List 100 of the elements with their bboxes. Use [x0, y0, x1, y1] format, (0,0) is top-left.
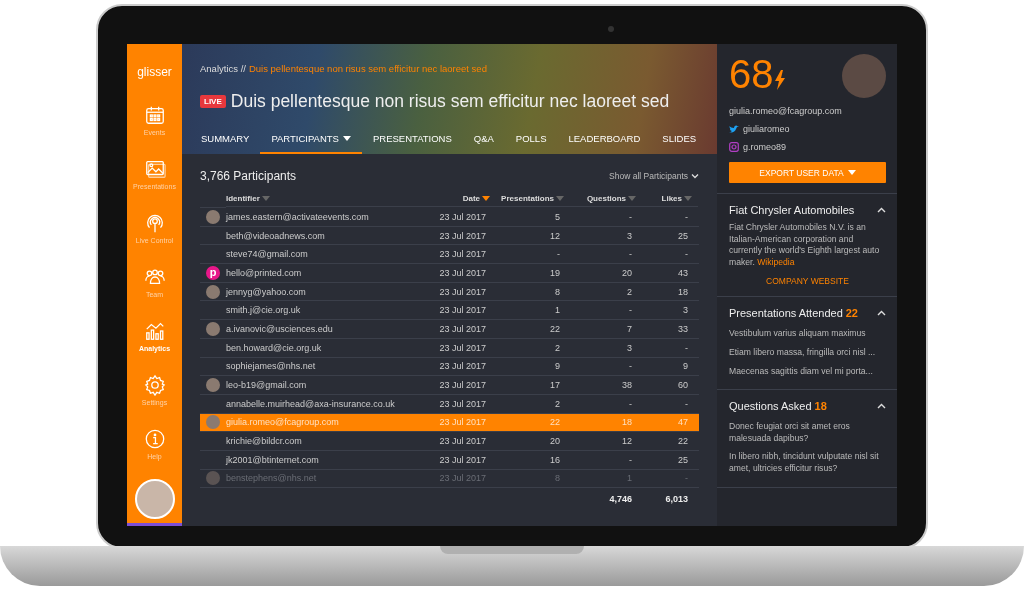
table-cell[interactable]: annabelle.muirhead@axa-insurance.co.uk	[226, 394, 426, 413]
table-row[interactable]: krichie@bildcr.com 23 Jul 2017 20 12 22	[200, 432, 699, 451]
table-cell-text: 1	[554, 304, 561, 318]
caret-icon	[342, 136, 351, 141]
table-cell-text: 23 Jul 2017	[438, 304, 487, 318]
table-cell-text: -	[684, 248, 689, 262]
table-cell-text: 23 Jul 2017	[438, 360, 487, 374]
table-cell[interactable]: sophiejames@nhs.net	[226, 357, 426, 376]
table-cell-text: 3	[682, 304, 689, 318]
table-cell[interactable]: hello@printed.com	[226, 264, 426, 282]
table-cell-text: 20	[621, 266, 633, 280]
table-row[interactable]: sophiejames@nhs.net 23 Jul 2017 9 - 9	[200, 357, 699, 377]
section-count: 18	[814, 400, 827, 413]
total-value: 4,746	[608, 493, 633, 507]
table-cell-text: 47	[677, 416, 689, 430]
column-header[interactable]: Date	[426, 191, 496, 207]
chevron-up-icon[interactable]	[877, 403, 886, 410]
company-description: Fiat Chrysler Automobiles N.V. is an Italian-American corporation and currently the world's Eighth largest auto maker. Wikipedia	[729, 222, 881, 269]
table-cell-text: 5	[554, 210, 561, 224]
table-row[interactable]: jk2001@btinternet.com 23 Jul 2017 16 - 25	[200, 450, 699, 470]
table-cell-text: -	[556, 248, 561, 262]
tab[interactable]: LEADERBOARD	[557, 125, 652, 154]
sort-icon	[261, 196, 270, 201]
table-cell-text: -	[684, 397, 689, 411]
table-cell-text: 1	[626, 472, 633, 486]
avatar	[206, 209, 220, 224]
column-header[interactable]: Questions	[570, 191, 642, 207]
table-cell-text: 25	[677, 453, 689, 467]
table-row[interactable]: leo-b19@gmail.com 23 Jul 2017 17 38 60	[200, 376, 699, 395]
table-cell-text: 2	[554, 397, 561, 411]
breadcrumb-current: Duis pellentesque non risus sem efficitur nec laoreet sed	[248, 63, 487, 74]
tab[interactable]: PRESENTATIONS	[361, 125, 463, 154]
avatar	[206, 415, 220, 430]
table-cell[interactable]: a.ivanovic@usciences.edu	[226, 320, 426, 338]
section-title: Questions Asked	[729, 400, 812, 413]
company-website-link[interactable]: COMPANY WEBSITE	[766, 276, 849, 287]
table-cell-text: 20	[549, 435, 561, 449]
table-row[interactable]: p hello@printed.com 23 Jul 2017 19 20 43	[200, 264, 699, 283]
avatar-logo: p	[206, 265, 220, 280]
table-row[interactable]: smith.j@cie.org.uk 23 Jul 2017 1 - 3	[200, 301, 699, 321]
table-cell[interactable]: smith.j@cie.org.uk	[226, 301, 426, 320]
tab[interactable]: PARTICIPANTS	[260, 125, 362, 154]
list-item[interactable]: Etiam libero massa, fringilla orci nisl ...	[729, 346, 886, 359]
tab[interactable]: POLLS	[504, 125, 558, 154]
table-cell-text: 9	[554, 360, 561, 374]
column-header[interactable]: Likes	[642, 191, 698, 207]
table-cell-text: 9	[682, 360, 689, 374]
table-cell[interactable]: jennyg@yahoo.com	[226, 282, 426, 301]
table-cell[interactable]: steve74@gmail.com	[226, 245, 426, 264]
table-row[interactable]: beth@videoadnews.com 23 Jul 2017 12 3 25	[200, 226, 699, 246]
table-cell[interactable]: leo-b19@gmail.com	[226, 376, 426, 394]
tab[interactable]: Q&A	[462, 125, 505, 154]
tab[interactable]: SLIDES	[651, 125, 708, 154]
table-cell[interactable]: beth@videoadnews.com	[226, 226, 426, 245]
table-row[interactable]: jennyg@yahoo.com 23 Jul 2017 8 2 18	[200, 282, 699, 302]
breadcrumb-link[interactable]: Analytics //	[200, 63, 246, 74]
table-cell-text: -	[628, 453, 633, 467]
table-cell[interactable]: jk2001@btinternet.com	[226, 450, 426, 469]
table-cell-text: 25	[677, 229, 689, 243]
profile-avatar	[842, 54, 886, 98]
caret-icon	[847, 170, 856, 175]
list-item[interactable]: Donec feugiat orci sit amet eros malesuada dapibus?	[729, 421, 886, 445]
table-cell-text: 43	[677, 266, 689, 280]
table-cell-text: 23 Jul 2017	[438, 248, 487, 262]
table-row[interactable]: ben.howard@cie.org.uk 23 Jul 2017 2 3 -	[200, 338, 699, 358]
table-cell-text: 16	[549, 453, 561, 467]
table-cell-text: 17	[549, 379, 561, 393]
table-cell-text: 38	[621, 379, 633, 393]
event-title: Duis pellentesque non risus sem efficitur nec laoreet sed	[230, 91, 670, 112]
table-row[interactable]: annabelle.muirhead@axa-insurance.co.uk 23 Jul 2017 2 - -	[200, 394, 699, 414]
table-row[interactable]: a.ivanovic@usciences.edu 23 Jul 2017 22 7 33	[200, 320, 699, 339]
table-cell-text: 23 Jul 2017	[438, 416, 487, 430]
table-row[interactable]: steve74@gmail.com 23 Jul 2017 - - -	[200, 245, 699, 265]
table-cell[interactable]: james.eastern@activateevents.com	[226, 208, 426, 226]
list-item[interactable]: Maecenas sagittis diam vel mi porta...	[729, 365, 886, 378]
bird-icon	[729, 124, 739, 134]
tab[interactable]: SUMMARY	[190, 125, 261, 154]
column-header[interactable]: Presentations	[496, 191, 570, 207]
filter-dropdown[interactable]: Show all Participants	[609, 171, 699, 181]
column-header[interactable]: Identifier	[226, 191, 426, 207]
chevron-up-icon[interactable]	[877, 207, 886, 213]
chevron-up-icon[interactable]	[877, 310, 886, 317]
image-icon	[143, 158, 166, 180]
table-cell[interactable]: ben.howard@cie.org.uk	[226, 338, 426, 357]
table-cell-text: 2	[554, 341, 561, 355]
table-cell-text: 23 Jul 2017	[438, 397, 487, 411]
twitter-handle[interactable]: giuliaromeo	[743, 124, 790, 134]
table-cell-text: 12	[549, 229, 561, 243]
settings-icon	[143, 374, 166, 396]
total-value: 6,013	[664, 493, 689, 507]
wikipedia-link[interactable]: Wikipedia	[757, 256, 795, 267]
list-item[interactable]: In libero nibh, tincidunt vulputate nisl sit amet, ultricies efficitur risus?	[729, 451, 886, 475]
instagram-handle[interactable]: g.romeo89	[743, 142, 787, 152]
list-item[interactable]: Vestibulum varius aliquam maximus	[729, 328, 886, 340]
table-cell-text: -	[628, 210, 633, 224]
table-cell[interactable]: krichie@bildcr.com	[226, 432, 426, 450]
table-cell-text: -	[684, 210, 689, 224]
table-row[interactable]: james.eastern@activateevents.com 23 Jul 2017 5 - -	[200, 208, 699, 227]
table-cell-text: 23 Jul 2017	[438, 322, 487, 336]
table-cell-text: 22	[549, 322, 561, 336]
